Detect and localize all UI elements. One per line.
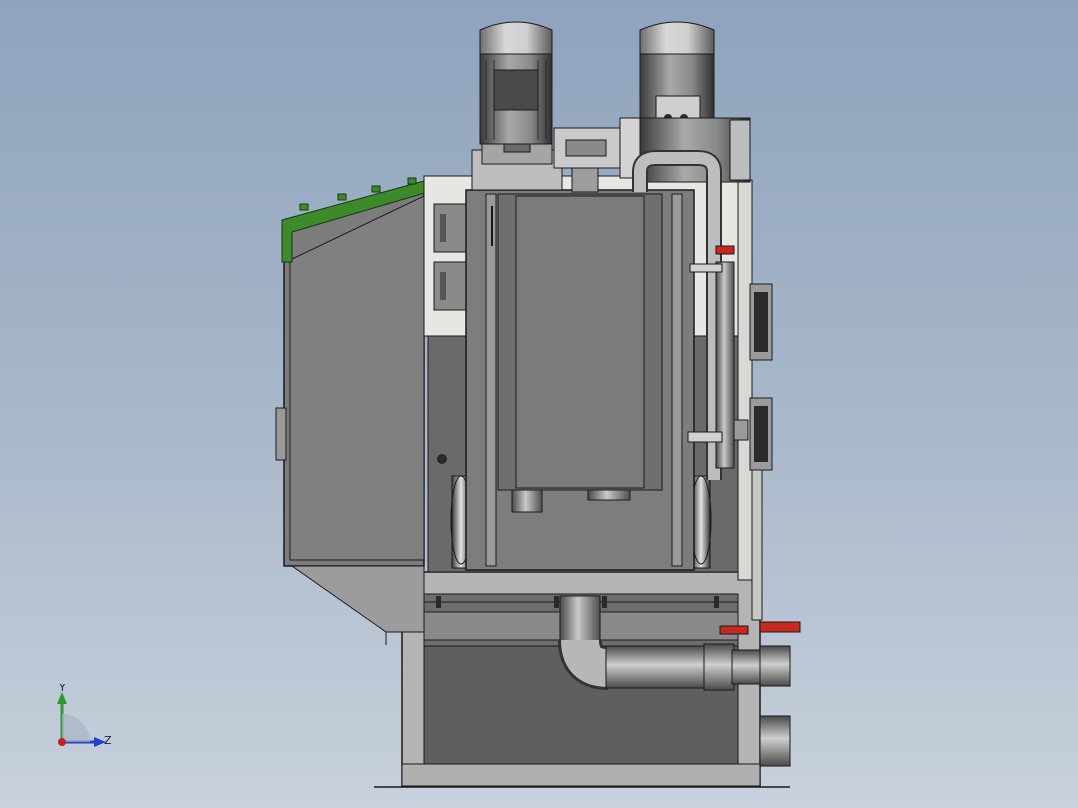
axis-triad: Y Z <box>57 684 112 747</box>
left-motor <box>471 21 563 191</box>
y-axis-label: Y <box>58 684 66 694</box>
left-tank <box>275 177 429 645</box>
z-axis-label: Z <box>104 734 112 747</box>
main-tank <box>465 189 695 571</box>
machine-model[interactable] <box>0 0 1078 808</box>
cad-viewport[interactable]: Y Z <box>0 0 1078 808</box>
